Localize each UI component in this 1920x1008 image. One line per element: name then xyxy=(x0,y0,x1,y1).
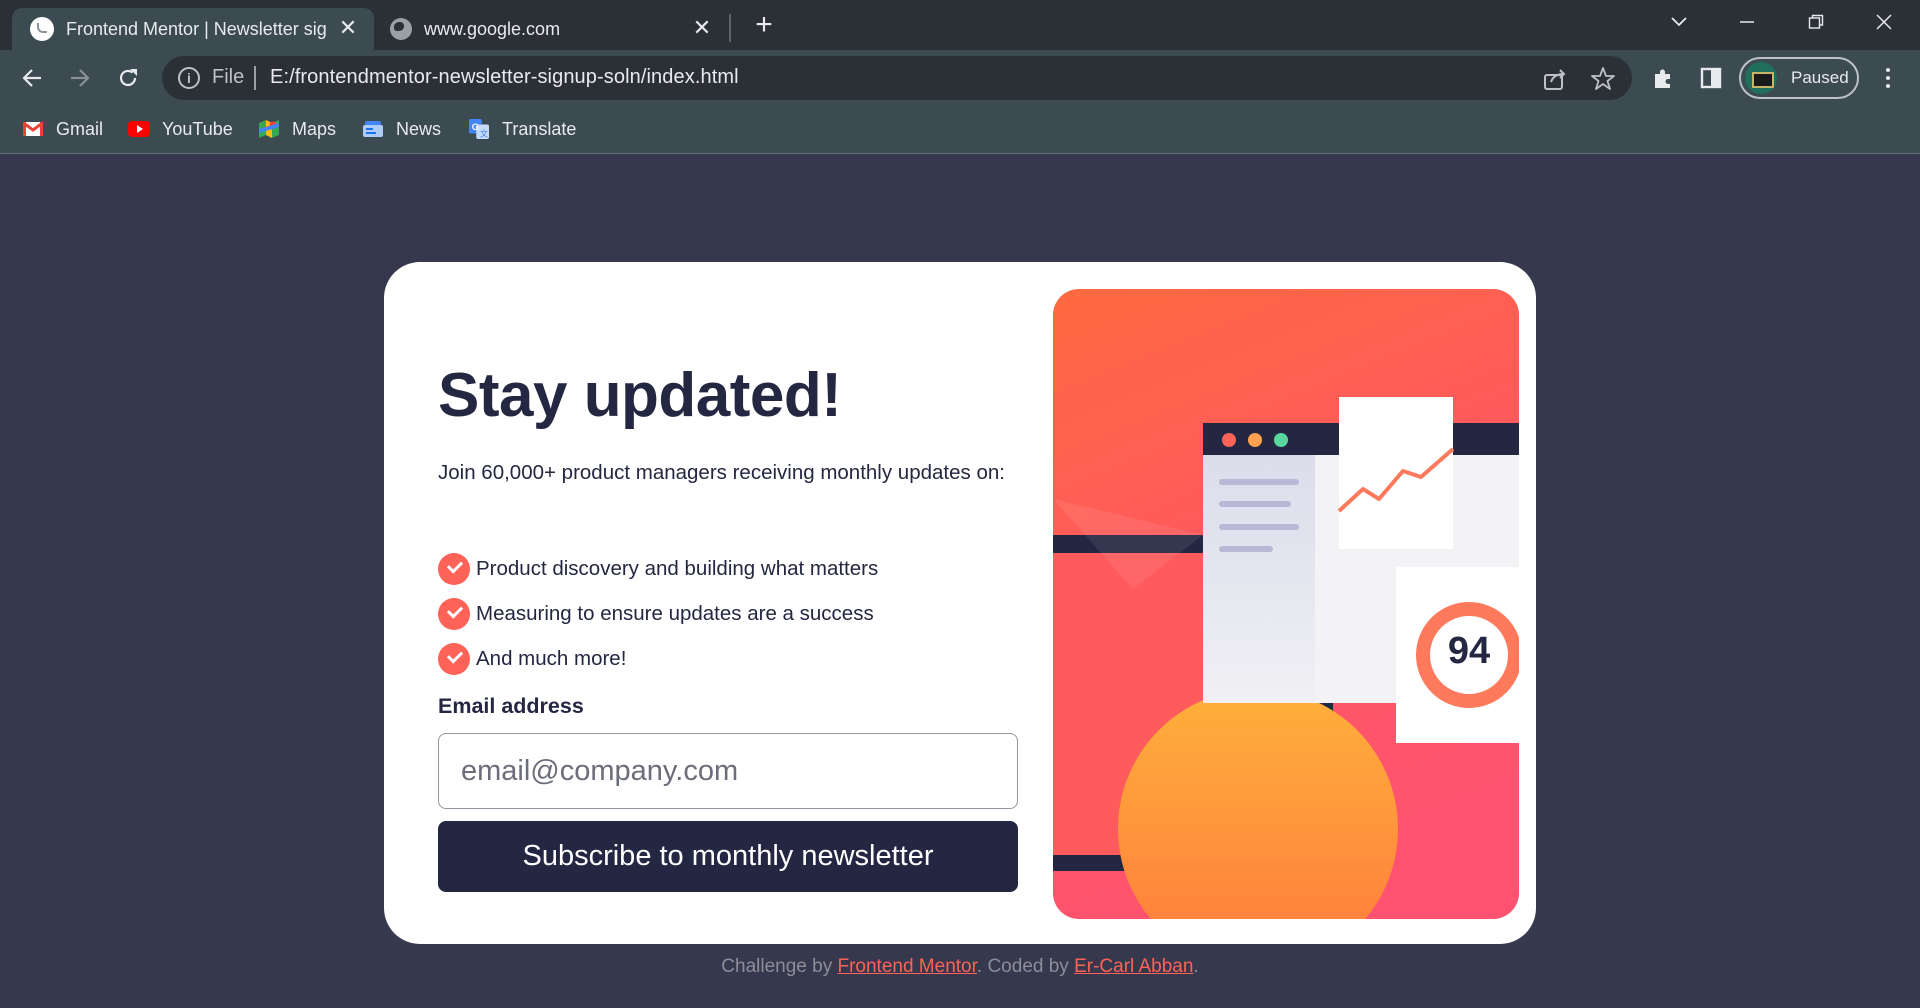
close-icon xyxy=(1876,14,1892,30)
arrow-right-icon xyxy=(71,69,90,87)
tab-frontend-mentor[interactable]: Frontend Mentor | Newsletter sig ✕ xyxy=(12,8,374,50)
reload-icon xyxy=(119,69,137,87)
star-icon[interactable] xyxy=(1590,66,1616,92)
bookmark-youtube[interactable]: YouTube xyxy=(128,116,233,142)
bookmark-news[interactable]: News xyxy=(362,116,441,142)
list-item: And much more! xyxy=(438,636,878,681)
maps-icon xyxy=(259,120,279,138)
list-item: Product discovery and building what matt… xyxy=(438,546,878,591)
bookmark-label: News xyxy=(396,118,442,139)
dashboard-illustration: 94 xyxy=(1053,289,1519,919)
bookmark-translate[interactable]: G文 Translate xyxy=(468,116,576,142)
footer-text: . Coded by xyxy=(976,956,1075,977)
restore-button[interactable] xyxy=(1796,6,1836,38)
feature-text: Product discovery and building what matt… xyxy=(476,556,879,580)
extensions-button[interactable] xyxy=(1647,62,1679,94)
list-item: Measuring to ensure updates are a succes… xyxy=(438,591,878,636)
menu-button[interactable] xyxy=(1872,62,1904,94)
check-icon xyxy=(438,597,470,630)
translate-icon: G文 xyxy=(469,119,489,139)
tab-title: www.google.com xyxy=(424,18,561,39)
footer-text: Challenge by xyxy=(721,956,838,977)
tab-search-button[interactable] xyxy=(1659,6,1699,38)
feature-list: Product discovery and building what matt… xyxy=(438,546,878,681)
youtube-icon xyxy=(128,121,150,137)
email-label: Email address xyxy=(438,694,584,718)
subscribe-button[interactable]: Subscribe to monthly newsletter xyxy=(438,821,1018,892)
bookmarks-bar: Gmail YouTube Maps News G文 Translate xyxy=(0,106,1920,154)
reload-button[interactable] xyxy=(110,60,146,96)
scheme-label: File xyxy=(212,66,245,88)
globe-icon xyxy=(390,18,412,40)
illustration-graphic xyxy=(1053,289,1519,919)
forward-button[interactable] xyxy=(62,60,98,96)
avatar xyxy=(1745,62,1777,94)
intro-text: Join 60,000+ product managers receiving … xyxy=(438,461,1005,484)
browser-toolbar: i File E:/frontendmentor-newsletter-sign… xyxy=(0,50,1920,106)
minimize-icon xyxy=(1740,21,1754,23)
feature-text: And much more! xyxy=(476,646,627,670)
info-icon[interactable]: i xyxy=(178,67,200,89)
url-text[interactable]: E:/frontendmentor-newsletter-signup-soln… xyxy=(270,66,739,89)
chevron-down-icon xyxy=(1671,17,1687,27)
tab-strip: Frontend Mentor | Newsletter sig ✕ www.g… xyxy=(0,0,1920,50)
puzzle-icon xyxy=(1655,69,1670,88)
profile-button[interactable]: Paused xyxy=(1739,57,1859,99)
side-panel-icon xyxy=(1700,67,1722,89)
bookmark-label: Gmail xyxy=(56,118,104,139)
side-panel-button[interactable] xyxy=(1695,62,1727,94)
feature-text: Measuring to ensure updates are a succes… xyxy=(476,601,874,625)
gmail-icon xyxy=(22,121,44,136)
check-icon xyxy=(438,552,470,585)
restore-icon xyxy=(1808,14,1824,29)
score-value: 94 xyxy=(1447,630,1491,672)
tab-divider xyxy=(729,14,731,42)
svg-text:文: 文 xyxy=(480,128,488,138)
svg-text:G: G xyxy=(472,122,479,132)
share-icon[interactable] xyxy=(1542,66,1568,92)
new-tab-button[interactable]: + xyxy=(748,10,780,42)
page-title: Stay updated! xyxy=(438,361,842,430)
close-icon[interactable]: ✕ xyxy=(336,15,360,40)
attribution-footer: Challenge by Frontend Mentor. Coded by E… xyxy=(0,956,1920,978)
minimize-button[interactable] xyxy=(1727,6,1767,38)
address-bar[interactable]: i File E:/frontendmentor-newsletter-sign… xyxy=(162,56,1632,100)
tab-title: Frontend Mentor | Newsletter sig xyxy=(66,18,327,39)
footer-text: . xyxy=(1193,956,1199,977)
address-divider xyxy=(254,66,256,90)
bookmark-maps[interactable]: Maps xyxy=(258,116,336,142)
frontend-mentor-link[interactable]: Frontend Mentor xyxy=(837,956,976,977)
arrow-left-icon xyxy=(22,69,41,87)
newsletter-card: Stay updated! Join 60,000+ product manag… xyxy=(384,262,1536,944)
bookmark-label: Translate xyxy=(502,118,577,139)
close-window-button[interactable] xyxy=(1864,6,1904,38)
check-icon xyxy=(438,642,470,675)
author-link[interactable]: Er-Carl Abban xyxy=(1074,956,1193,977)
profile-status: Paused xyxy=(1791,68,1849,87)
news-icon xyxy=(363,121,383,137)
bookmark-label: Maps xyxy=(292,118,337,139)
tab-google[interactable]: www.google.com ✕ xyxy=(374,8,728,50)
bookmark-label: YouTube xyxy=(162,118,233,139)
bookmark-gmail[interactable]: Gmail xyxy=(22,116,103,142)
email-field[interactable] xyxy=(438,733,1018,809)
back-button[interactable] xyxy=(14,60,50,96)
frontend-mentor-favicon-icon xyxy=(30,17,54,41)
close-icon[interactable]: ✕ xyxy=(690,15,714,40)
